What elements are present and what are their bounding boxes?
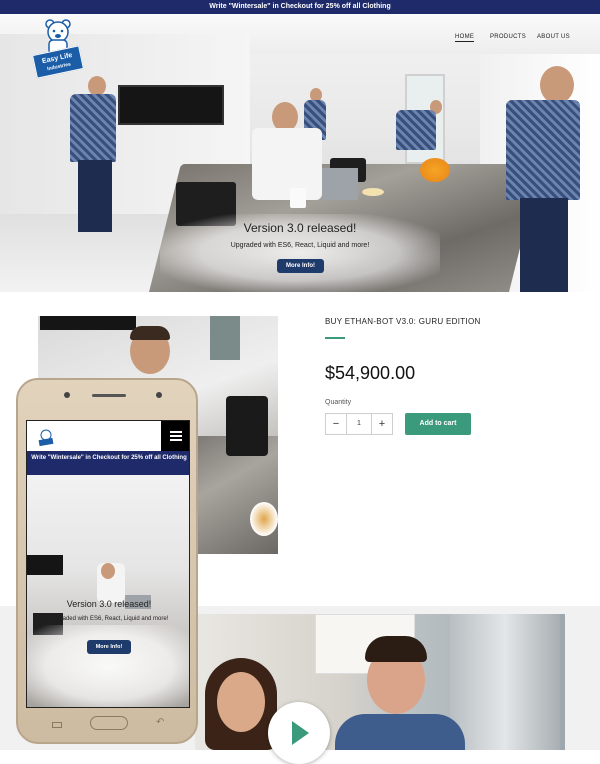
hero-subtitle: Upgraded with ES6, React, Liquid and mor… [230, 242, 370, 249]
hero-plate [362, 188, 384, 196]
add-to-cart-button[interactable]: Add to cart [405, 413, 471, 435]
hero-person [506, 100, 580, 200]
mobile-more-info-button[interactable]: More Info! [87, 640, 131, 654]
hero-person-labcoat [252, 128, 322, 200]
phone-speaker [92, 394, 126, 397]
product-price: $54,900.00 [325, 363, 416, 383]
video-fridge [450, 614, 560, 750]
product-image-chair [226, 396, 268, 456]
hamburger-menu-icon[interactable] [161, 421, 189, 451]
video-person-hair [365, 636, 427, 662]
mobile-logo-icon[interactable] [37, 429, 55, 447]
promo-banner: Write "Wintersale" in Checkout for 25% o… [0, 0, 600, 14]
hero-person-head [88, 76, 106, 96]
phone-camera-icon [156, 392, 162, 398]
mobile-hero [27, 475, 189, 707]
phone-back-icon: ↶ [156, 717, 165, 728]
quantity-decrement-button[interactable]: − [326, 414, 346, 434]
hero-mug [290, 188, 306, 208]
nav-about-us[interactable]: ABOUT US [537, 34, 570, 40]
product-image-doorway [210, 316, 240, 360]
nav-products[interactable]: PRODUCTS [490, 34, 526, 40]
hero-person [396, 110, 436, 150]
quantity-label: Quantity [325, 399, 352, 406]
product-image-plate [250, 502, 278, 536]
nav-home[interactable]: HOME [455, 34, 475, 42]
product-image-fireplace [40, 316, 136, 330]
video-play-button[interactable] [268, 702, 330, 764]
mobile-hero-text-backdrop [27, 625, 189, 707]
mobile-promo-banner: Write "Wintersale" in Checkout for 25% o… [27, 451, 189, 475]
hero-person [70, 94, 116, 162]
logo-badge: Easy Life Industries [32, 45, 84, 79]
quantity-stepper: − 1 + [325, 413, 393, 435]
video-person-shirt [335, 714, 465, 750]
mobile-hero-title: Version 3.0 released! [66, 599, 152, 609]
phone-mockup: Write "Wintersale" in Checkout for 25% o… [16, 378, 198, 744]
phone-sensor-icon [64, 392, 70, 398]
mobile-header [27, 421, 189, 451]
hero-section [0, 14, 600, 292]
hero-more-info-button[interactable]: More Info! [277, 259, 324, 273]
mobile-hero-person-head [101, 563, 115, 579]
product-title-underline [325, 337, 345, 339]
play-icon [292, 721, 309, 745]
hero-fireplace [118, 85, 224, 125]
mobile-hero-subtitle: Upgraded with ES6, React, Liquid and mor… [49, 616, 169, 622]
video-thumbnail[interactable] [195, 614, 565, 750]
video-person-face [217, 672, 265, 732]
hero-fruit-bowl [420, 158, 450, 182]
quantity-increment-button[interactable]: + [372, 414, 392, 434]
hero-person-head [540, 66, 574, 104]
phone-home-button [90, 716, 128, 730]
site-logo[interactable]: Easy Life Industries [32, 18, 84, 79]
hero-laptop [322, 168, 358, 200]
hero-title: Version 3.0 released! [243, 221, 357, 235]
product-title: BUY ETHAN-BOT V3.0: GURU EDITION [325, 317, 481, 326]
phone-recent-apps-icon [52, 722, 62, 728]
quantity-input[interactable]: 1 [346, 414, 372, 434]
product-image-person-hair [130, 326, 170, 340]
mobile-hero-fireplace [27, 555, 63, 575]
phone-screen: Write "Wintersale" in Checkout for 25% o… [26, 420, 190, 708]
